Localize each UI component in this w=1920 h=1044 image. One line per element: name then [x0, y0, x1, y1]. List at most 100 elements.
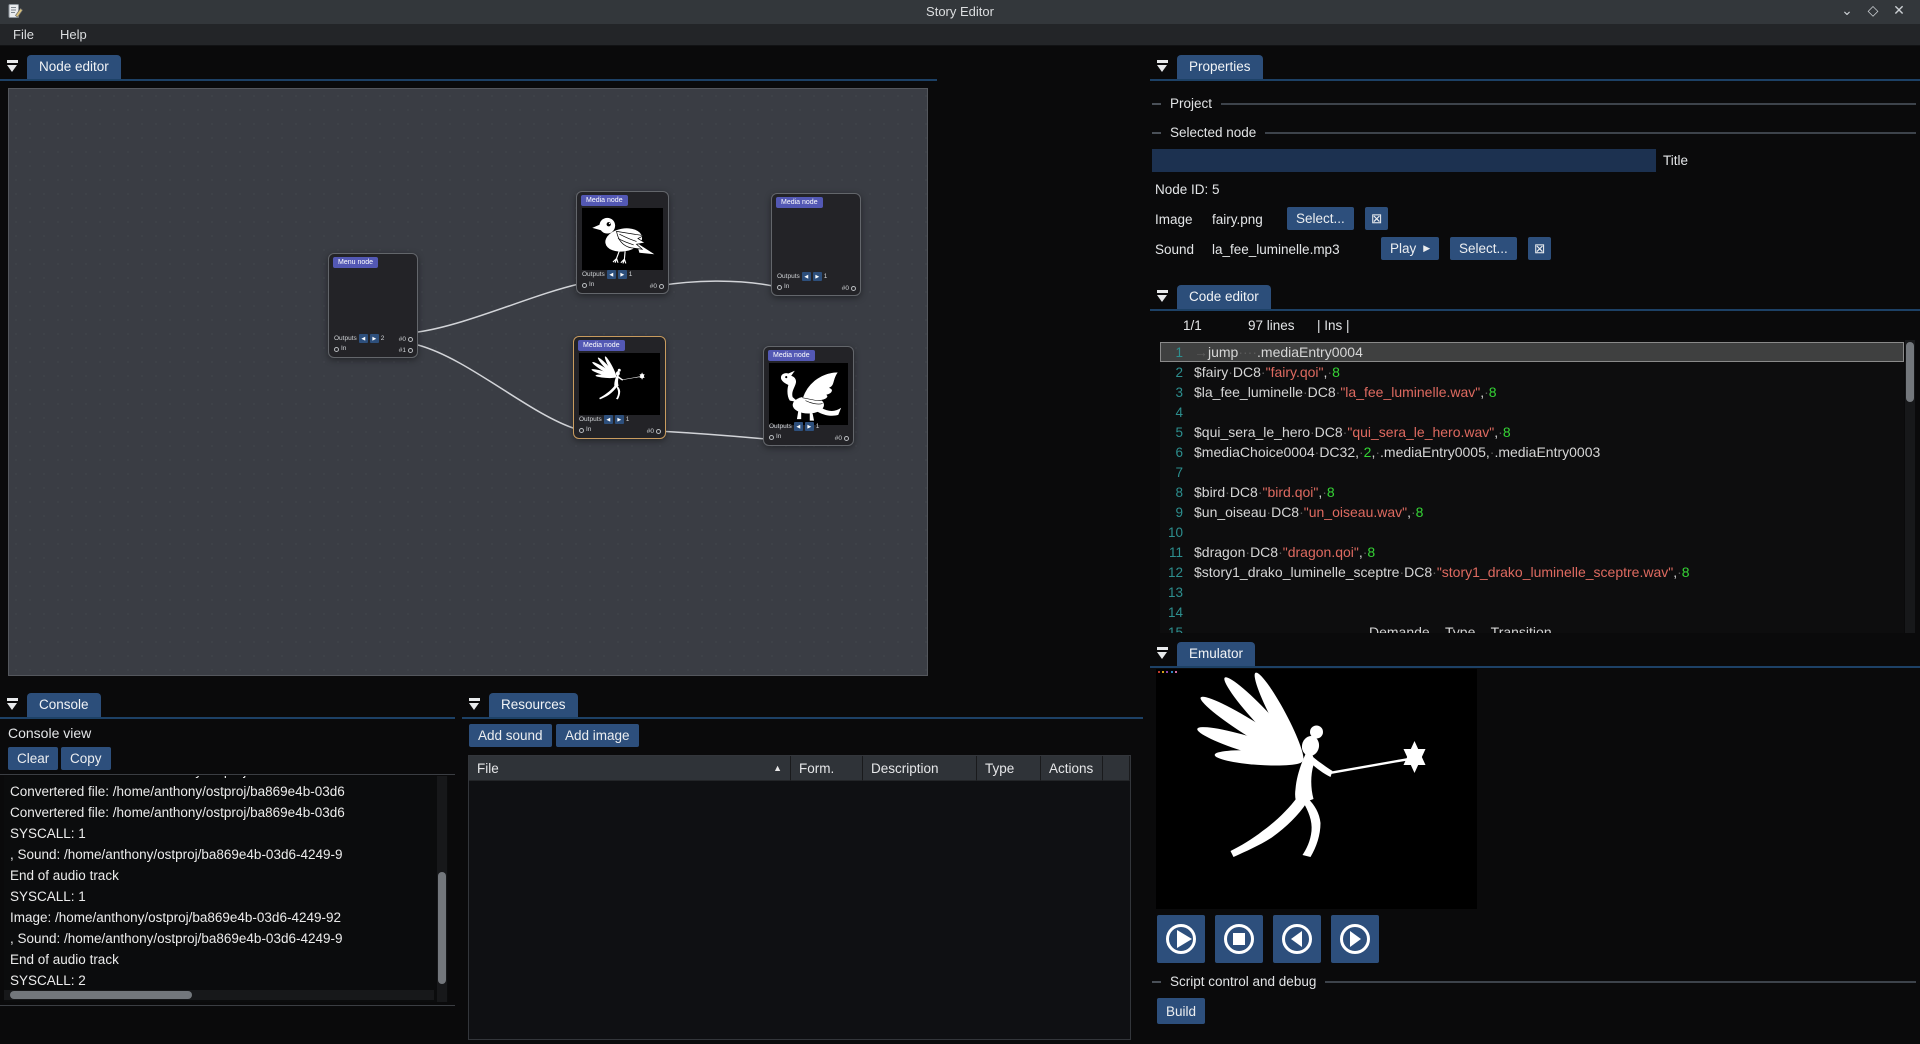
code-editor-text[interactable]: 1→jump····.mediaEntry00042$fairy·DC8·"fa…	[1160, 340, 1904, 633]
emulator-screen	[1156, 669, 1477, 909]
tab-resources[interactable]: Resources	[489, 693, 578, 717]
line-text: $fairy·DC8·"fairy.qoi",·8	[1194, 364, 1340, 380]
collapse-panel-icon[interactable]	[6, 60, 20, 72]
code-line[interactable]: 12$story1_drako_luminelle_sceptre·DC8·"s…	[1160, 562, 1904, 582]
input-port-dot[interactable]	[579, 428, 584, 433]
console-vscrollbar[interactable]	[437, 776, 447, 1002]
image-clear-button[interactable]: ⊠	[1365, 207, 1388, 230]
scrollbar-thumb[interactable]	[438, 872, 446, 984]
build-button[interactable]: Build	[1157, 998, 1205, 1024]
output-port-dot[interactable]	[656, 429, 661, 434]
outputs-label: Outputs	[582, 271, 605, 279]
node-canvas[interactable]: Menu nodeOutputs◀▶2In#0#1Media nodeOutpu…	[8, 88, 928, 676]
code-line[interactable]: 6$mediaChoice0004·DC32,·2,·.mediaEntry00…	[1160, 442, 1904, 462]
output-port-dot[interactable]	[408, 348, 413, 353]
step-right-button[interactable]: ▶	[615, 415, 624, 424]
add-image-button[interactable]: Add image	[556, 724, 639, 747]
add-sound-button[interactable]: Add sound	[469, 724, 552, 747]
code-vscrollbar[interactable]	[1905, 340, 1915, 633]
collapse-panel-icon[interactable]	[1156, 647, 1170, 659]
line-number: 5	[1160, 425, 1194, 440]
output-port[interactable]: #1	[399, 347, 413, 354]
scrollbar-thumb[interactable]	[1906, 342, 1914, 402]
step-left-button[interactable]: ◀	[359, 334, 368, 343]
graph-node[interactable]: Media nodeOutputs◀▶1In#0	[576, 191, 669, 294]
clear-button[interactable]: Clear	[8, 747, 58, 770]
code-line[interactable]: 3$la_fee_luminelle·DC8·"la_fee_luminelle…	[1160, 382, 1904, 402]
code-line[interactable]: 14	[1160, 602, 1904, 622]
column-header[interactable]: Type	[977, 756, 1041, 781]
column-header[interactable]: Actions	[1041, 756, 1103, 781]
maximize-button[interactable]: ◇	[1862, 2, 1884, 22]
console-log[interactable]: Convertered file: /home/anthony/ostproj/…	[4, 776, 448, 1002]
title-input[interactable]	[1152, 149, 1656, 172]
menu-file[interactable]: File	[0, 25, 47, 44]
step-left-button[interactable]: ◀	[604, 415, 613, 424]
play-button[interactable]: Play ▶	[1381, 237, 1439, 260]
output-port[interactable]: #0	[650, 283, 664, 290]
console-hscrollbar[interactable]	[4, 990, 434, 1000]
sound-clear-button[interactable]: ⊠	[1528, 237, 1551, 260]
sound-select-button[interactable]: Select...	[1450, 237, 1517, 260]
graph-node[interactable]: Media nodeOutputs◀▶1In#0	[763, 346, 854, 446]
step-right-button[interactable]: ▶	[370, 334, 379, 343]
collapse-panel-icon[interactable]	[1156, 60, 1170, 72]
menu-help[interactable]: Help	[47, 25, 100, 44]
collapse-panel-icon[interactable]	[6, 698, 20, 710]
input-port-dot[interactable]	[769, 435, 774, 440]
step-right-button[interactable]: ▶	[813, 272, 822, 281]
code-line[interactable]: 8$bird·DC8·"bird.qoi",·8	[1160, 482, 1904, 502]
step-right-button[interactable]: ▶	[805, 422, 814, 431]
tab-emulator[interactable]: Emulator	[1177, 642, 1255, 666]
step-back-button[interactable]	[1273, 915, 1321, 963]
output-port-dot[interactable]	[851, 286, 856, 291]
input-port-dot[interactable]	[777, 285, 782, 290]
tab-console[interactable]: Console	[27, 693, 101, 717]
outputs-count: 1	[824, 273, 828, 281]
column-header[interactable]: File▲	[469, 756, 791, 781]
close-button[interactable]: ✕	[1888, 2, 1910, 22]
tab-code-editor[interactable]: Code editor	[1177, 285, 1271, 309]
step-forward-button[interactable]	[1331, 915, 1379, 963]
output-port-dot[interactable]	[844, 436, 849, 441]
code-line[interactable]: 11$dragon·DC8·"dragon.qoi",·8	[1160, 542, 1904, 562]
output-port[interactable]: #0	[835, 435, 849, 442]
code-line[interactable]: 1→jump····.mediaEntry0004	[1160, 342, 1904, 362]
stop-button[interactable]	[1215, 915, 1263, 963]
output-port[interactable]: #0	[842, 285, 856, 292]
step-right-button[interactable]: ▶	[618, 270, 627, 279]
graph-node[interactable]: Media nodeOutputs◀▶1In#0	[771, 193, 861, 296]
graph-node[interactable]: Media nodeOutputs◀▶1In#0	[573, 336, 666, 439]
code-line[interactable]: 15Demande Type Transition	[1160, 622, 1904, 633]
copy-button[interactable]: Copy	[61, 747, 111, 770]
tab-node-editor[interactable]: Node editor	[27, 55, 121, 79]
code-line[interactable]: 2$fairy·DC8·"fairy.qoi",·8	[1160, 362, 1904, 382]
code-token: "fairy.qoi"	[1266, 364, 1324, 380]
code-line[interactable]: 5$qui_sera_le_hero·DC8·"qui_sera_le_hero…	[1160, 422, 1904, 442]
code-line[interactable]: 13	[1160, 582, 1904, 602]
tab-properties[interactable]: Properties	[1177, 55, 1263, 79]
collapse-panel-icon[interactable]	[1156, 290, 1170, 302]
graph-node[interactable]: Menu nodeOutputs◀▶2In#0#1	[328, 253, 418, 358]
column-header[interactable]	[1103, 756, 1130, 781]
code-line[interactable]: 7	[1160, 462, 1904, 482]
output-port-dot[interactable]	[408, 337, 413, 342]
code-line[interactable]: 10	[1160, 522, 1904, 542]
step-left-button[interactable]: ◀	[802, 272, 811, 281]
step-left-button[interactable]: ◀	[607, 270, 616, 279]
image-select-button[interactable]: Select...	[1287, 207, 1354, 230]
minimize-button[interactable]: ⌄	[1836, 2, 1858, 22]
output-port[interactable]: #0	[399, 336, 413, 343]
column-header[interactable]: Form.	[791, 756, 863, 781]
input-port-dot[interactable]	[582, 283, 587, 288]
code-line[interactable]: 4	[1160, 402, 1904, 422]
collapse-panel-icon[interactable]	[468, 698, 482, 710]
code-line[interactable]: 9$un_oiseau·DC8·"un_oiseau.wav",·8	[1160, 502, 1904, 522]
step-left-button[interactable]: ◀	[794, 422, 803, 431]
column-header[interactable]: Description	[863, 756, 977, 781]
play-button[interactable]	[1157, 915, 1205, 963]
output-port-dot[interactable]	[659, 284, 664, 289]
output-port[interactable]: #0	[647, 428, 661, 435]
scrollbar-thumb[interactable]	[10, 991, 192, 999]
input-port-dot[interactable]	[334, 347, 339, 352]
